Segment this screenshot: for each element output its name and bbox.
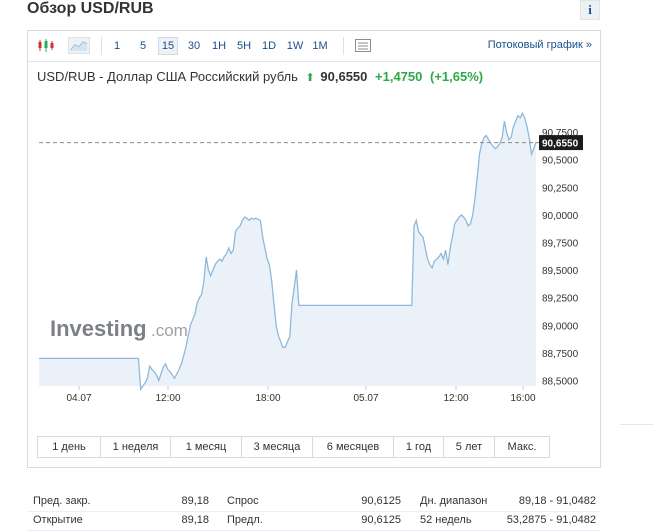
- stat-label: Спрос: [227, 495, 259, 507]
- price-chart[interactable]: Investing .com90,750090,500090,250090,000…: [28, 31, 600, 431]
- page-title: Обзор USD/RUB: [27, 0, 154, 17]
- period-1d[interactable]: 1 день: [38, 437, 101, 457]
- x-tick-label: 12:00: [443, 393, 468, 404]
- stat-value: 89,18: [181, 514, 209, 526]
- period-1y[interactable]: 1 год: [394, 437, 444, 457]
- x-tick-label: 18:00: [255, 393, 280, 404]
- x-tick-label: 12:00: [155, 393, 180, 404]
- y-tick-label: 88,7500: [542, 349, 579, 360]
- y-tick-label: 90,5000: [542, 156, 579, 167]
- stat-label: Пред. закр.: [33, 495, 91, 507]
- period-1m[interactable]: 1 месяц: [171, 437, 242, 457]
- watermark-logo: Investing: [50, 316, 147, 341]
- series-area: [39, 113, 536, 390]
- x-tick-label: 05.07: [353, 393, 378, 404]
- stat-label: Дн. диапазон: [420, 495, 488, 507]
- stat-label: Предл.: [227, 514, 263, 526]
- stat-value: 90,6125: [361, 514, 401, 526]
- stat-value: 53,2875 - 91,0482: [506, 514, 596, 526]
- y-tick-label: 89,7500: [542, 239, 579, 250]
- y-tick-label: 89,5000: [542, 266, 579, 277]
- x-tick-label: 04.07: [66, 393, 91, 404]
- y-tick-label: 89,2500: [542, 294, 579, 305]
- divider: [620, 424, 653, 425]
- period-selector: 1 день 1 неделя 1 месяц 3 месяца 6 месяц…: [37, 436, 550, 458]
- stat-label: 52 недель: [420, 514, 472, 526]
- period-6m[interactable]: 6 месяцев: [313, 437, 394, 457]
- period-5y[interactable]: 5 лет: [444, 437, 495, 457]
- stat-value: 89,18 - 91,0482: [518, 495, 596, 507]
- stats-row: Открытие 89,18 Предл. 90,6125 52 недель …: [27, 512, 601, 531]
- stat-value: 89,18: [181, 495, 209, 507]
- current-price-label: 90,6550: [542, 139, 579, 150]
- period-max[interactable]: Макс.: [495, 437, 549, 457]
- period-1w[interactable]: 1 неделя: [101, 437, 171, 457]
- chart-panel: 1 5 15 30 1H 5H 1D 1W 1M Потоковый графи…: [27, 30, 601, 468]
- stats-row: Пред. закр. 89,18 Спрос 90,6125 Дн. диап…: [27, 493, 601, 512]
- stat-label: Открытие: [33, 514, 83, 526]
- y-tick-label: 88,5000: [542, 376, 579, 387]
- y-tick-label: 90,2500: [542, 183, 579, 194]
- watermark-logo: .com: [151, 321, 188, 340]
- period-3m[interactable]: 3 месяца: [242, 437, 313, 457]
- y-tick-label: 90,0000: [542, 211, 579, 222]
- stat-value: 90,6125: [361, 495, 401, 507]
- y-tick-label: 89,0000: [542, 321, 579, 332]
- x-tick-label: 16:00: [510, 393, 535, 404]
- info-icon[interactable]: i: [580, 0, 600, 20]
